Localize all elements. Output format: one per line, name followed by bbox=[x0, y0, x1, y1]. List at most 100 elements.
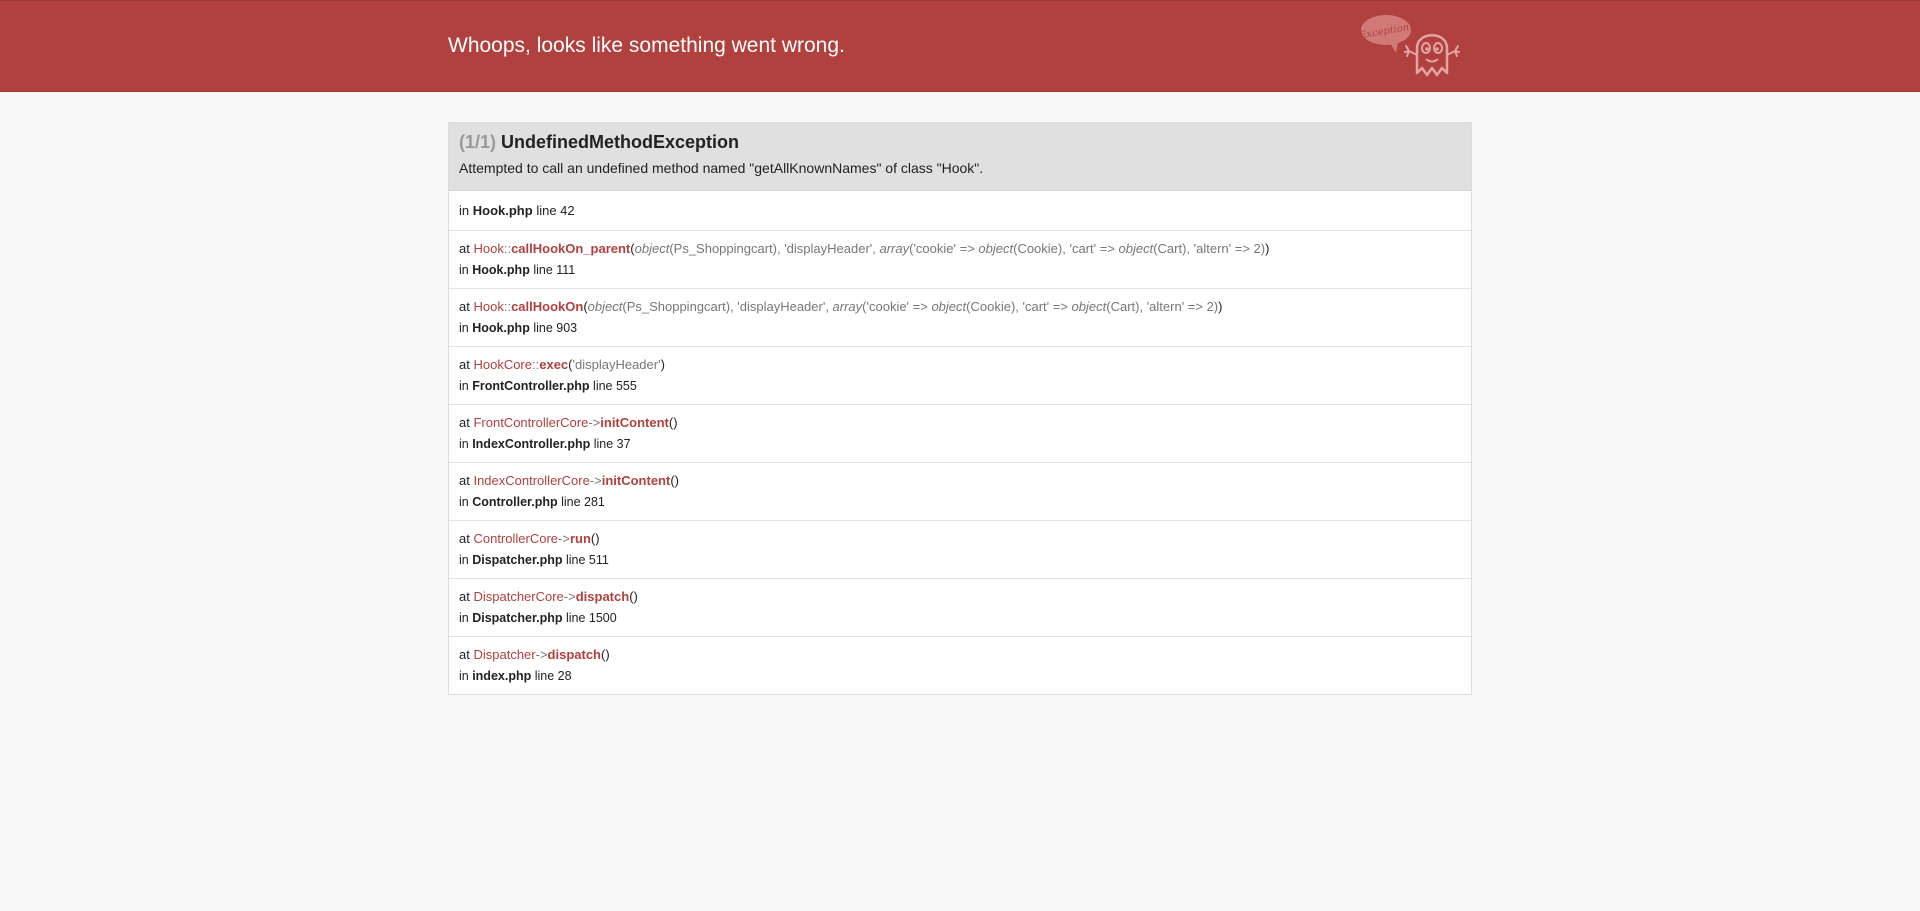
trace-method: dispatch bbox=[575, 589, 630, 604]
trace-separator: :: bbox=[503, 299, 512, 314]
trace-args: object bbox=[931, 299, 967, 314]
trace-method: callHookOn_parent bbox=[511, 241, 631, 256]
trace-call: at Hook::callHookOn(object(Ps_Shoppingca… bbox=[459, 298, 1461, 316]
in-label: in bbox=[459, 495, 473, 509]
in-label: in bbox=[459, 203, 470, 218]
trace-frame: at Dispatcher->dispatch() in index.php li… bbox=[449, 636, 1471, 694]
trace-class: DispatcherCore bbox=[473, 589, 564, 604]
trace-class: HookCore bbox=[473, 357, 532, 372]
trace-method: initContent bbox=[601, 473, 671, 488]
trace-class: Dispatcher bbox=[473, 647, 536, 662]
trace-call: at IndexControllerCore->initContent() bbox=[459, 472, 1461, 490]
stack-trace-list: at Hook::callHookOn_parent(object(Ps_Sho… bbox=[449, 230, 1471, 694]
trace-line: line 281 bbox=[557, 495, 605, 509]
trace-line: line 1500 bbox=[562, 611, 617, 625]
trace-args: array bbox=[879, 241, 910, 256]
trace-args: ) bbox=[1218, 299, 1223, 314]
trace-line: line 555 bbox=[589, 379, 637, 393]
exception-title: (1/1) UndefinedMethodException bbox=[459, 131, 1461, 153]
trace-separator: -> bbox=[589, 473, 602, 488]
at-label: at bbox=[459, 647, 474, 662]
trace-origin: in Hook.php line 42 bbox=[449, 191, 1471, 230]
trace-args: (Ps_Shoppingcart), 'displayHeader', bbox=[622, 299, 833, 314]
origin-line: line 42 bbox=[536, 203, 575, 218]
trace-separator: :: bbox=[503, 241, 512, 256]
exception-ghost-icon: Exception! bbox=[1360, 15, 1460, 77]
trace-args: object bbox=[587, 299, 623, 314]
in-label: in bbox=[459, 669, 473, 683]
trace-line: line 903 bbox=[529, 321, 578, 335]
trace-args: (Cookie), 'cart' => bbox=[1013, 241, 1119, 256]
trace-location: in index.php line 28 bbox=[459, 668, 1461, 684]
trace-line: line 511 bbox=[562, 553, 609, 567]
trace-location: in IndexController.php line 37 bbox=[459, 436, 1461, 452]
trace-class: Hook bbox=[473, 241, 504, 256]
trace-class: Hook bbox=[473, 299, 504, 314]
trace-args: object bbox=[978, 241, 1014, 256]
trace-frame: at HookCore::exec('displayHeader')in Fro… bbox=[449, 346, 1471, 404]
trace-method: run bbox=[569, 531, 591, 546]
trace-separator: -> bbox=[563, 589, 576, 604]
trace-args: (Cart), 'altern' => 2) bbox=[1153, 241, 1266, 256]
in-label: in bbox=[459, 553, 473, 567]
trace-args: object bbox=[1071, 299, 1107, 314]
trace-line: line 28 bbox=[531, 669, 572, 683]
trace-class: ControllerCore bbox=[473, 531, 559, 546]
origin-file: Hook.php bbox=[472, 203, 533, 218]
at-label: at bbox=[459, 589, 474, 604]
trace-args: (Cookie), 'cart' => bbox=[966, 299, 1072, 314]
trace-call: at HookCore::exec('displayHeader') bbox=[459, 356, 1461, 374]
trace-args: () bbox=[601, 647, 610, 662]
trace-args: () bbox=[629, 589, 638, 604]
trace-call: at Dispatcher->dispatch() bbox=[459, 646, 1461, 664]
trace-method: initContent bbox=[600, 415, 669, 430]
trace-frame: at IndexControllerCore->initContent() in … bbox=[449, 462, 1471, 520]
header-inner: Whoops, looks like something went wrong.… bbox=[448, 1, 1472, 91]
trace-frame: at Hook::callHookOn_parent(object(Ps_Sho… bbox=[449, 230, 1471, 288]
trace-location: in FrontController.php line 555 bbox=[459, 378, 1461, 394]
at-label: at bbox=[459, 531, 474, 546]
trace-frame: at DispatcherCore->dispatch() in Dispatch… bbox=[449, 578, 1471, 636]
in-label: in bbox=[459, 379, 473, 393]
trace-args: ) bbox=[660, 357, 665, 372]
trace-separator: -> bbox=[535, 647, 548, 662]
trace-method: exec bbox=[539, 357, 569, 372]
trace-file: index.php bbox=[472, 669, 532, 683]
trace-args: 'displayHeader' bbox=[572, 357, 661, 372]
trace-file: Dispatcher.php bbox=[472, 611, 563, 625]
trace-args: (Cart), 'altern' => 2) bbox=[1106, 299, 1219, 314]
trace-class: FrontControllerCore bbox=[473, 415, 589, 430]
trace-file: Hook.php bbox=[472, 321, 530, 335]
in-label: in bbox=[459, 263, 473, 277]
trace-separator: -> bbox=[558, 531, 570, 546]
trace-args: () bbox=[590, 531, 600, 546]
trace-args: ('cookie' => bbox=[862, 299, 932, 314]
trace-location: in Controller.php line 281 bbox=[459, 494, 1461, 510]
trace-line: line 111 bbox=[529, 263, 576, 277]
trace-args: (Ps_Shoppingcart), 'displayHeader', bbox=[669, 241, 880, 256]
in-label: in bbox=[459, 611, 473, 625]
at-label: at bbox=[459, 357, 474, 372]
exception-header: (1/1) UndefinedMethodException Attempted… bbox=[449, 123, 1471, 191]
at-label: at bbox=[459, 299, 474, 314]
trace-location: in Hook.php line 903 bbox=[459, 320, 1461, 336]
exception-class: UndefinedMethodException bbox=[501, 132, 740, 152]
trace-call: at Hook::callHookOn_parent(object(Ps_Sho… bbox=[459, 240, 1461, 258]
in-label: in bbox=[459, 321, 473, 335]
trace-file: Controller.php bbox=[472, 495, 558, 509]
trace-class: IndexControllerCore bbox=[473, 473, 590, 488]
trace-call: at DispatcherCore->dispatch() bbox=[459, 588, 1461, 606]
error-header: Whoops, looks like something went wrong.… bbox=[0, 0, 1920, 92]
trace-args: object bbox=[1118, 241, 1154, 256]
at-label: at bbox=[459, 241, 474, 256]
trace-location: in Dispatcher.php line 511 bbox=[459, 552, 1461, 568]
trace-args: () bbox=[670, 473, 679, 488]
trace-args: ('cookie' => bbox=[909, 241, 979, 256]
trace-method: dispatch bbox=[547, 647, 601, 662]
exception-message: Attempted to call an undefined method na… bbox=[459, 160, 984, 176]
trace-location: in Dispatcher.php line 1500 bbox=[459, 610, 1461, 626]
exception-count: (1/1) bbox=[459, 132, 497, 152]
trace-file: FrontController.php bbox=[472, 379, 590, 393]
trace-args: () bbox=[668, 415, 678, 430]
trace-args: ) bbox=[1265, 241, 1270, 256]
